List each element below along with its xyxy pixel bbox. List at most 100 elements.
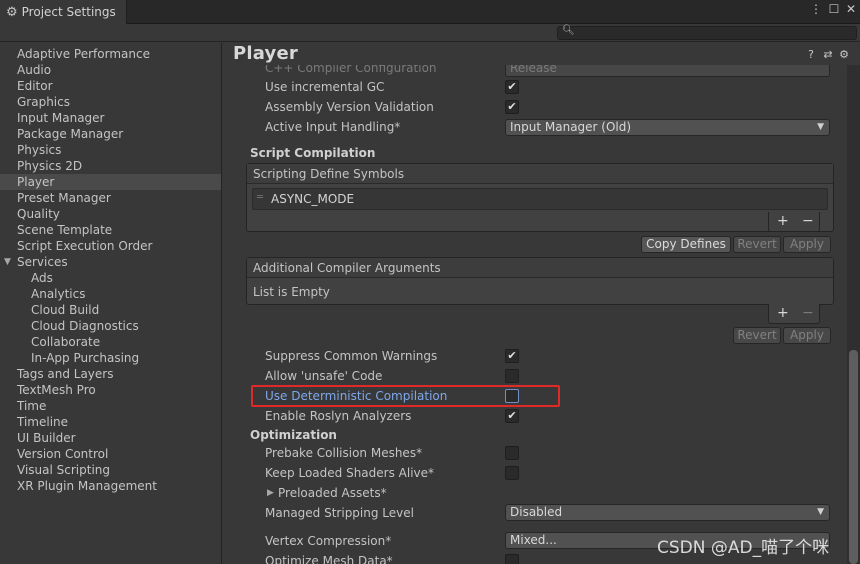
sidebar-item-audio[interactable]: Audio [0,62,221,78]
sidebar-item-quality[interactable]: Quality [0,206,221,222]
compiler-args-list: Additional Compiler Arguments List is Em… [246,257,834,305]
chevron-down-icon: ▼ [817,507,824,517]
sidebar-item-graphics[interactable]: Graphics [0,94,221,110]
sidebar-item-analytics[interactable]: Analytics [0,286,221,302]
allow-unsafe-checkbox[interactable] [505,369,519,383]
sidebar-item-xr-plugin-management[interactable]: XR Plugin Management [0,478,221,494]
roslyn-checkbox[interactable]: ✔ [505,409,519,423]
sidebar-item-version-control[interactable]: Version Control [0,446,221,462]
settings-icon[interactable]: ⚙ [837,48,851,61]
foldout-arrow-icon[interactable]: ▶ [267,488,274,498]
stripping-level-value: Disabled [510,505,563,519]
active-input-label: Active Input Handling* [265,120,401,134]
prebake-checkbox[interactable] [505,446,519,460]
sidebar-item-timeline[interactable]: Timeline [0,414,221,430]
window-titlebar: ⚙ Project Settings ⋮ ☐ ✕ [0,0,860,24]
keep-shaders-checkbox[interactable] [505,466,519,480]
cpp-config-label: C++ Compiler Configuration [265,65,437,75]
optimize-mesh-label: Optimize Mesh Data* [265,554,393,564]
incremental-gc-checkbox[interactable]: ✔ [505,80,519,94]
sidebar-item-physics[interactable]: Physics [0,142,221,158]
page-title: Player [233,43,298,64]
scrollbar-thumb[interactable] [849,350,858,564]
compiler-args-header: Additional Compiler Arguments [247,258,833,278]
drag-handle-icon[interactable]: ═ [257,192,263,203]
close-icon[interactable]: ✕ [843,2,859,16]
prebake-label: Prebake Collision Meshes* [265,446,423,460]
player-settings-panel: Player ? ⇄ ⚙ C++ Compiler Configuration … [223,43,860,564]
maximize-icon[interactable]: ☐ [826,2,842,16]
optimize-mesh-checkbox[interactable] [505,554,519,564]
script-compilation-heading: Script Compilation [250,146,376,160]
incremental-gc-label: Use incremental GC [265,80,385,94]
chevron-down-icon: ▼ [817,122,824,132]
suppress-warnings-checkbox[interactable]: ✔ [505,349,519,363]
sidebar-item-services-label: Services [17,255,68,269]
stripping-level-dropdown[interactable]: Disabled ▼ [505,504,830,521]
vertex-compression-label: Vertex Compression* [265,534,392,548]
sidebar-item-collaborate[interactable]: Collaborate [0,334,221,350]
list-item[interactable]: ═ ASYNC_MODE [252,188,828,210]
apply-button[interactable]: Apply [783,236,831,253]
add-icon[interactable]: + [777,213,789,229]
define-symbols-header: Scripting Define Symbols [247,164,833,184]
revert-button[interactable]: Revert [733,327,781,344]
define-symbols-list: Scripting Define Symbols ═ ASYNC_MODE [246,163,834,232]
optimization-heading: Optimization [250,428,337,442]
sidebar-item-input-manager[interactable]: Input Manager [0,110,221,126]
sidebar-item-cloud-diagnostics[interactable]: Cloud Diagnostics [0,318,221,334]
sidebar-item-services[interactable]: ▼ Services [0,254,221,270]
roslyn-label: Enable Roslyn Analyzers [265,409,412,423]
sidebar-item-scene-template[interactable]: Scene Template [0,222,221,238]
more-options-icon[interactable]: ⋮ [808,2,824,16]
chevron-down-icon[interactable]: ▼ [4,254,11,270]
revert-button[interactable]: Revert [733,236,781,253]
search-field[interactable]: 🔍︎ [557,25,857,40]
remove-icon[interactable]: − [802,305,814,321]
assembly-validation-label: Assembly Version Validation [265,100,434,114]
stripping-level-label: Managed Stripping Level [265,506,414,520]
sidebar-item-physics-2d[interactable]: Physics 2D [0,158,221,174]
settings-sidebar: Adaptive Performance Audio Editor Graphi… [0,43,222,564]
search-input[interactable] [574,27,854,39]
sidebar-item-player[interactable]: Player [0,174,221,190]
define-symbol-value: ASYNC_MODE [271,192,355,206]
allow-unsafe-label: Allow 'unsafe' Code [265,369,383,383]
help-icon[interactable]: ? [804,48,818,61]
sidebar-item-time[interactable]: Time [0,398,221,414]
define-symbols-footer: + − [768,212,820,232]
sidebar-item-ads[interactable]: Ads [0,270,221,286]
remove-icon[interactable]: − [802,213,814,229]
sidebar-item-visual-scripting[interactable]: Visual Scripting [0,462,221,478]
sidebar-item-cloud-build[interactable]: Cloud Build [0,302,221,318]
sidebar-item-editor[interactable]: Editor [0,78,221,94]
sidebar-item-textmesh-pro[interactable]: TextMesh Pro [0,382,221,398]
active-input-dropdown[interactable]: Input Manager (Old) ▼ [505,119,830,136]
sidebar-item-in-app-purchasing[interactable]: In-App Purchasing [0,350,221,366]
sidebar-item-adaptive-performance[interactable]: Adaptive Performance [0,46,221,62]
window-title: Project Settings [21,5,116,19]
compiler-args-footer: + − [768,304,820,324]
preset-icon[interactable]: ⇄ [821,48,835,61]
preloaded-assets-foldout[interactable]: Preloaded Assets* [278,484,387,502]
apply-button[interactable]: Apply [783,327,831,344]
sidebar-item-tags-and-layers[interactable]: Tags and Layers [0,366,221,382]
annotation-highlight-box [251,385,560,407]
search-toolbar: 🔍︎ [0,24,860,42]
sidebar-item-ui-builder[interactable]: UI Builder [0,430,221,446]
gear-icon: ⚙ [6,4,18,20]
keep-shaders-label: Keep Loaded Shaders Alive* [265,466,435,480]
cpp-config-value: Release [510,65,557,75]
vertex-compression-value: Mixed... [510,533,557,547]
assembly-validation-checkbox[interactable]: ✔ [505,100,519,114]
suppress-warnings-label: Suppress Common Warnings [265,349,438,363]
cpp-config-dropdown[interactable]: Release [505,65,830,77]
settings-content: C++ Compiler Configuration Release Use i… [223,65,847,564]
project-settings-tab[interactable]: ⚙ Project Settings [0,0,127,24]
sidebar-item-package-manager[interactable]: Package Manager [0,126,221,142]
copy-defines-button[interactable]: Copy Defines [641,236,731,253]
sidebar-item-preset-manager[interactable]: Preset Manager [0,190,221,206]
add-icon[interactable]: + [777,305,789,321]
watermark-text: CSDN @AD_喵了个咪 [657,538,830,558]
sidebar-item-script-execution-order[interactable]: Script Execution Order [0,238,221,254]
